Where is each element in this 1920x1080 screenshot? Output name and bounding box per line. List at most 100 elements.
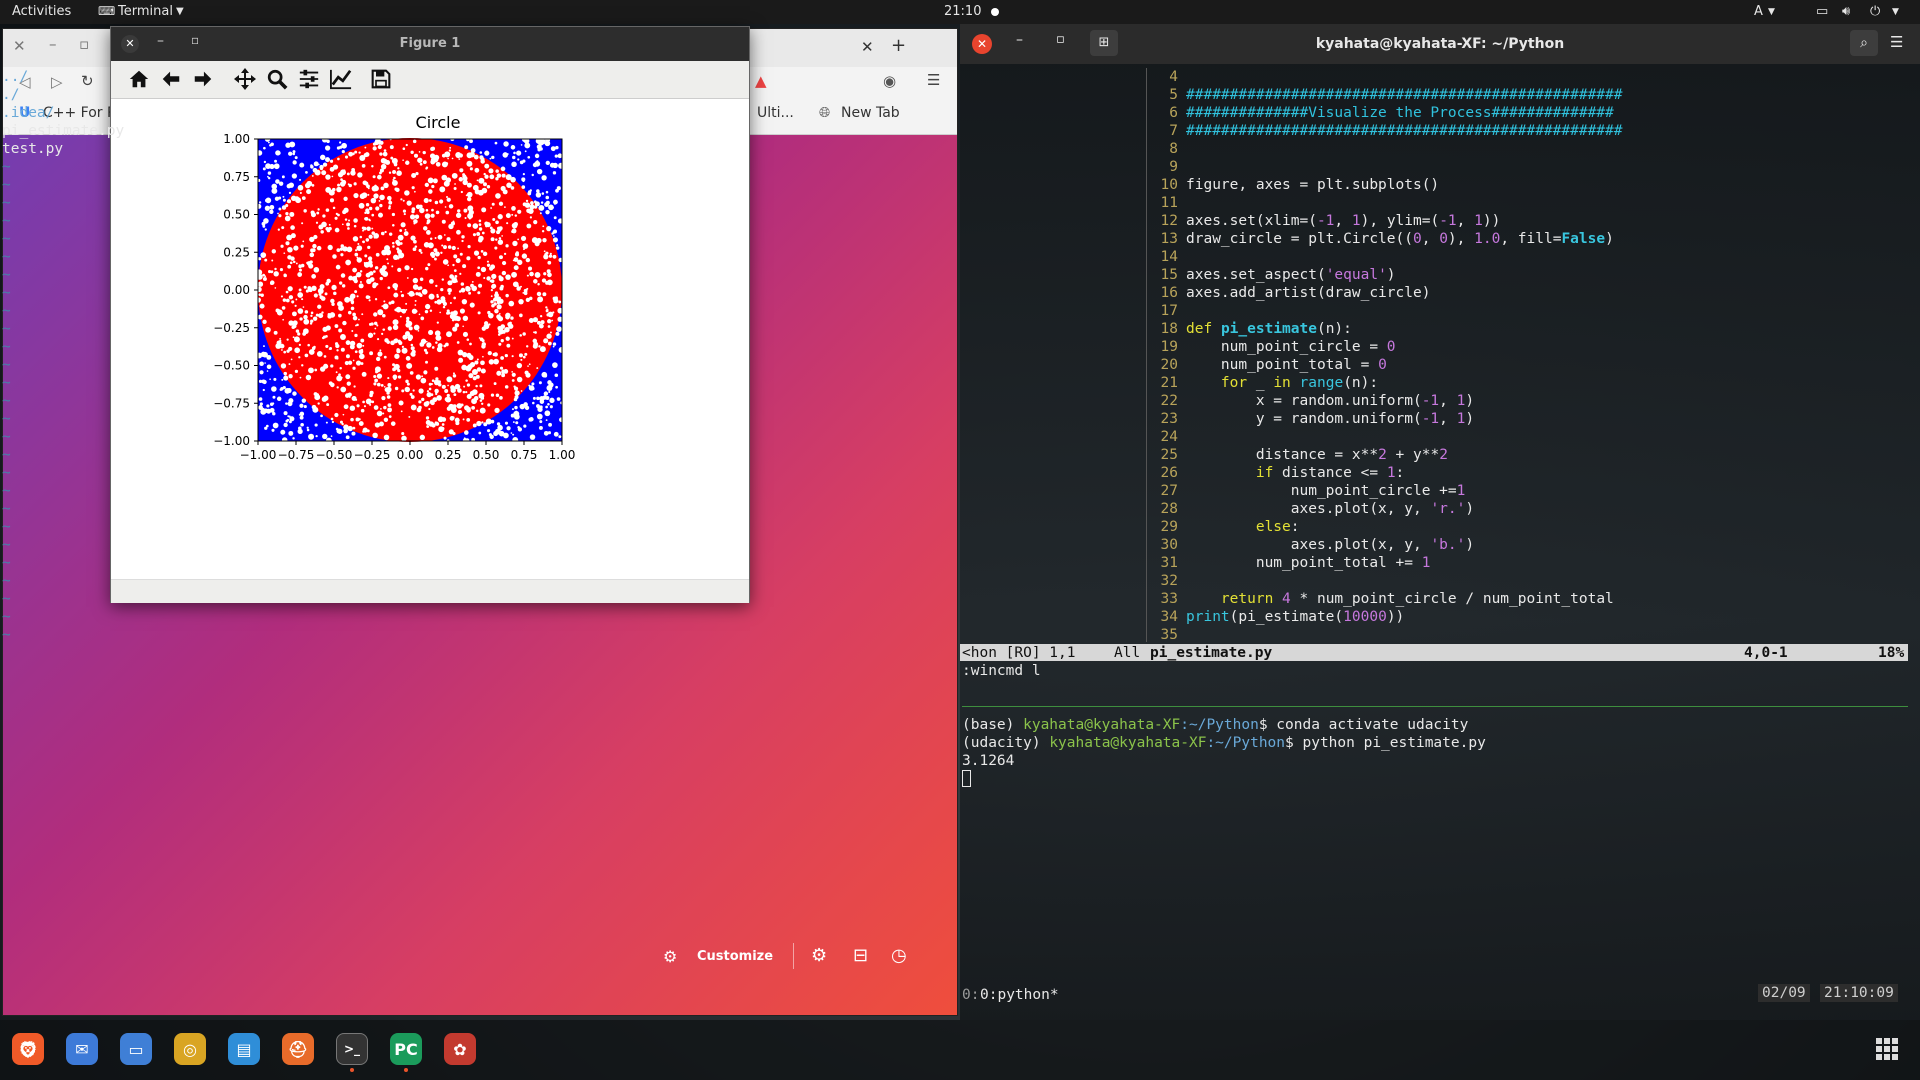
- forward-icon[interactable]: ▷: [51, 73, 63, 91]
- y-tick-label: −0.75: [213, 396, 250, 410]
- volume-icon[interactable]: 🔊︎: [1842, 4, 1850, 19]
- line-number: 29: [1160, 519, 1178, 535]
- line-number: 19: [1160, 339, 1178, 355]
- line-number: 14: [1160, 249, 1178, 265]
- configure-subplots-icon[interactable]: [295, 65, 323, 93]
- code-line[interactable]: def pi_estimate(n):: [1186, 320, 1352, 338]
- code-line[interactable]: return 4 * num_point_circle / num_point_…: [1186, 590, 1614, 608]
- pan-icon[interactable]: [231, 65, 259, 93]
- search-icon[interactable]: ⌕: [1850, 30, 1878, 56]
- dock-other-icon[interactable]: ✿: [444, 1033, 476, 1065]
- maximize-icon[interactable]: ▫: [79, 35, 89, 53]
- code-line[interactable]: axes.plot(x, y, 'r.'): [1186, 500, 1474, 518]
- dock-brave-icon[interactable]: 🦁︎: [12, 1033, 44, 1065]
- input-method-indicator[interactable]: A: [1754, 4, 1763, 19]
- status-position: 4,0-1: [1744, 645, 1788, 661]
- code-line[interactable]: ########################################…: [1186, 86, 1623, 104]
- dock-thunderbird-icon[interactable]: ✉: [66, 1033, 98, 1065]
- code-line[interactable]: print(pi_estimate(10000)): [1186, 608, 1404, 626]
- bookmark-ulti[interactable]: Ulti...: [757, 105, 794, 121]
- bookmark-new-tab[interactable]: New Tab: [841, 105, 900, 121]
- tree-entry[interactable]: ./: [2, 86, 19, 104]
- code-line[interactable]: num_point_total = 0: [1186, 356, 1387, 374]
- code-line[interactable]: axes.add_artist(draw_circle): [1186, 284, 1430, 302]
- activities-button[interactable]: Activities: [12, 4, 71, 19]
- dock-pycharm-icon[interactable]: PC: [390, 1033, 422, 1065]
- brave-rewards-icon[interactable]: ▲: [755, 72, 767, 90]
- code-line[interactable]: ##############Visualize the Process#####…: [1186, 104, 1614, 122]
- zoom-icon[interactable]: [263, 65, 291, 93]
- close-tab-icon[interactable]: ✕: [861, 38, 874, 56]
- window-icon[interactable]: ▭: [1816, 4, 1828, 19]
- menu-icon[interactable]: ☰: [1890, 33, 1903, 51]
- clock[interactable]: 21:10: [944, 4, 981, 19]
- forward-arrow-icon[interactable]: [189, 65, 217, 93]
- minimize-icon[interactable]: –: [49, 35, 57, 53]
- empty-line-marker: ~: [2, 411, 11, 427]
- dock-terminal-icon[interactable]: >_: [336, 1033, 368, 1065]
- figure-titlebar: ✕ – ▫ Figure 1: [111, 27, 749, 61]
- line-number: 31: [1160, 555, 1178, 571]
- empty-line-marker: ~: [2, 609, 11, 625]
- code-line[interactable]: ########################################…: [1186, 122, 1623, 140]
- tmux-window-name[interactable]: 0:python*: [980, 986, 1059, 1004]
- back-arrow-icon[interactable]: [157, 65, 185, 93]
- tree-entry[interactable]: ../: [2, 68, 28, 86]
- empty-line-marker: ~: [2, 429, 11, 445]
- settings-icon[interactable]: ⚙: [811, 945, 827, 966]
- empty-line-marker: ~: [2, 555, 11, 571]
- history-icon[interactable]: ◷: [891, 945, 907, 966]
- dock-libreoffice-writer-icon[interactable]: ▤: [228, 1033, 260, 1065]
- code-line[interactable]: x = random.uniform(-1, 1): [1186, 392, 1474, 410]
- code-line[interactable]: num_point_circle +=1: [1186, 482, 1466, 500]
- code-line[interactable]: distance = x**2 + y**2: [1186, 446, 1448, 464]
- tree-entry[interactable]: .idea/: [2, 104, 54, 122]
- dock-rhythmbox-icon[interactable]: ◎: [174, 1033, 206, 1065]
- x-tick-label: 1.00: [549, 448, 576, 462]
- new-tab-icon[interactable]: +: [891, 35, 906, 56]
- figure-canvas[interactable]: Circle −1.00 −0.75 −0.50 −0.25 0.00 0.25 0.50 0…: [111, 99, 749, 579]
- power-icon[interactable]: ⏻: [1870, 4, 1880, 19]
- tree-entry[interactable]: test.py: [2, 140, 63, 158]
- dock-files-icon[interactable]: ▭: [120, 1033, 152, 1065]
- customize-button[interactable]: Customize: [697, 949, 773, 964]
- empty-line-marker: ~: [2, 321, 11, 337]
- dock-help-icon[interactable]: ⛑︎: [282, 1033, 314, 1065]
- figure-title: Figure 1: [399, 36, 461, 51]
- code-line[interactable]: y = random.uniform(-1, 1): [1186, 410, 1474, 428]
- y-tick-label: 0.25: [223, 245, 250, 259]
- x-tick-label: 0.25: [435, 448, 462, 462]
- empty-line-marker: ~: [2, 285, 11, 301]
- code-line[interactable]: if distance <= 1:: [1186, 464, 1404, 482]
- code-line[interactable]: axes.set_aspect('equal'): [1186, 266, 1396, 284]
- x-tick-label: 0.00: [397, 448, 424, 462]
- edit-axes-icon[interactable]: [327, 65, 355, 93]
- reload-icon[interactable]: ↻: [81, 72, 94, 90]
- menu-icon[interactable]: ☰: [927, 71, 940, 89]
- tree-entry[interactable]: pi_estimate.py: [2, 122, 124, 140]
- save-icon[interactable]: [367, 65, 395, 93]
- x-tick-label: −1.00: [240, 448, 277, 462]
- bookmarks-icon[interactable]: ⊟: [853, 945, 868, 966]
- home-icon[interactable]: [125, 65, 153, 93]
- code-line[interactable]: axes.set(xlim=(-1, 1), ylim=(-1, 1)): [1186, 212, 1500, 230]
- code-line[interactable]: num_point_circle = 0: [1186, 338, 1396, 356]
- code-line[interactable]: else:: [1186, 518, 1300, 536]
- empty-line-marker: ~: [2, 357, 11, 373]
- app-grid-icon[interactable]: [1876, 1038, 1898, 1060]
- close-icon[interactable]: ✕: [13, 37, 26, 55]
- code-line[interactable]: num_point_total += 1: [1186, 554, 1431, 572]
- extension-icon[interactable]: ◉: [883, 72, 896, 90]
- running-indicator: [404, 1068, 408, 1072]
- code-line[interactable]: draw_circle = plt.Circle((0, 0), 1.0, fi…: [1186, 230, 1614, 248]
- shell-prompt-line: (base) kyahata@kyahata-XF:~/Python$ cond…: [962, 717, 1469, 733]
- code-line[interactable]: for _ in range(n):: [1186, 374, 1378, 392]
- vim-status-line: <hon [RO] 1,1 All pi_estimate.py 4,0-1 1…: [960, 644, 1908, 661]
- code-line[interactable]: figure, axes = plt.subplots(): [1186, 176, 1439, 194]
- x-tick-label: −0.25: [354, 448, 391, 462]
- line-number: 22: [1160, 393, 1178, 409]
- x-axis: −1.00 −0.75 −0.50 −0.25 0.00 0.25 0.50 0.75 1.00: [240, 441, 576, 462]
- app-menu[interactable]: Terminal: [118, 4, 173, 19]
- line-number: 9: [1169, 159, 1178, 175]
- code-line[interactable]: axes.plot(x, y, 'b.'): [1186, 536, 1474, 554]
